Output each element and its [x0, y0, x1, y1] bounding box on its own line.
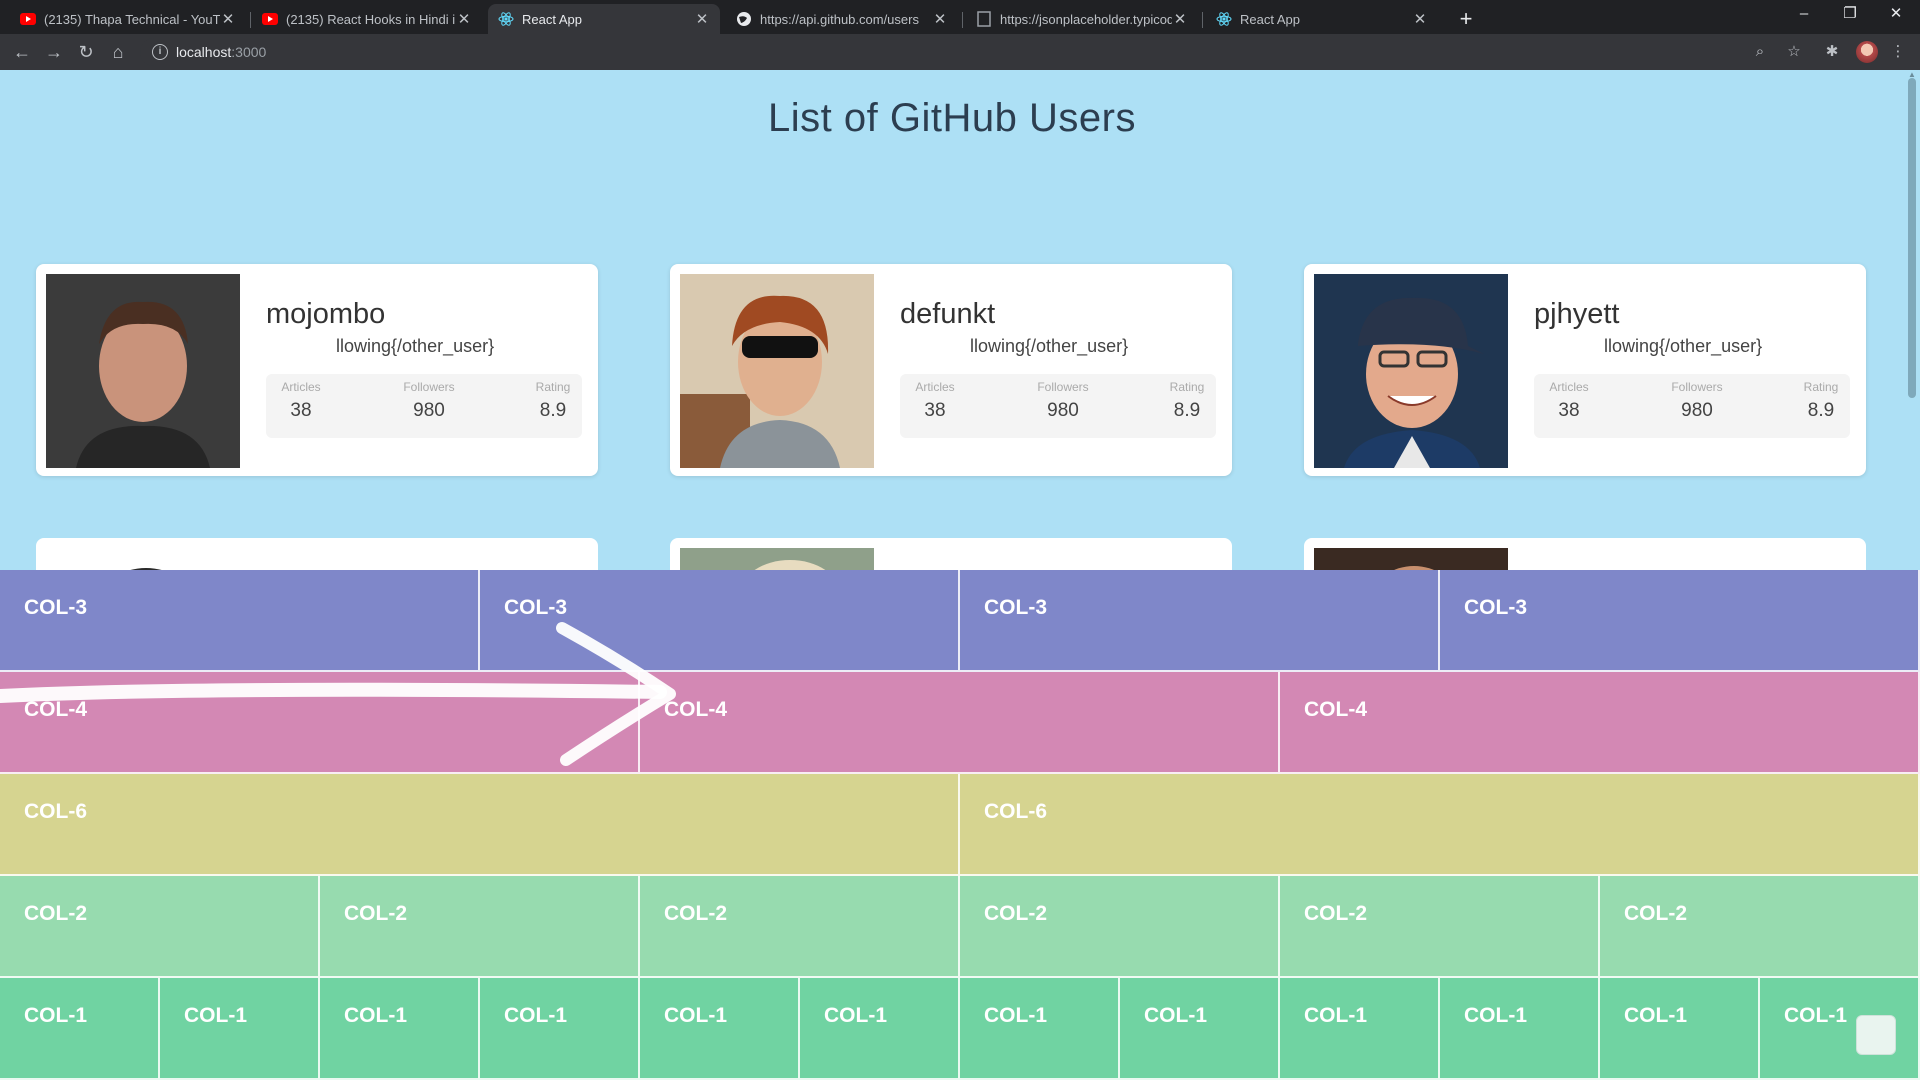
following-url: llowing{/other_user} [970, 336, 1129, 356]
stat-followers: Followers 980 [1671, 380, 1723, 421]
user-avatar [1314, 274, 1508, 468]
browser-tab-strip: (2135) Thapa Technical - YouTube ✕ (2135… [0, 0, 1920, 34]
username: pjhyett [1534, 298, 1620, 330]
username: mojombo [266, 298, 386, 330]
tab-title: React App [1240, 11, 1300, 27]
window-close-icon[interactable]: ✕ [1876, 0, 1916, 30]
profile-avatar[interactable] [1856, 41, 1878, 63]
tab-title: (2135) React Hooks in Hindi in 2021 [286, 11, 456, 27]
grid-cell-col-1: COL-1 [1120, 978, 1280, 1080]
back-icon[interactable]: ← [10, 40, 34, 64]
browser-tab[interactable]: (2135) React Hooks in Hindi in 2021 ✕ [252, 4, 482, 34]
page-icon [976, 11, 992, 27]
grid-cell-col-6: COL-6 [0, 774, 960, 876]
address-bar[interactable]: i localhost:3000 [140, 38, 1770, 66]
restore-icon[interactable]: ❐ [1830, 0, 1870, 30]
scrollbar-thumb[interactable] [1908, 78, 1916, 398]
grid-cell-col-2: COL-2 [320, 876, 640, 978]
close-icon[interactable]: ✕ [932, 10, 948, 28]
forward-icon[interactable]: → [42, 40, 66, 64]
browser-toolbar: ← → ↻ ⌂ i localhost:3000 ⌕ ☆ ✱ ⋮ [0, 34, 1920, 70]
stat-articles: Articles 38 [281, 380, 321, 421]
stat-followers: Followers 980 [1037, 380, 1089, 421]
browser-tab[interactable]: https://api.github.com/users ✕ [726, 4, 958, 34]
username: defunkt [900, 298, 996, 330]
minimize-icon[interactable]: – [1784, 0, 1824, 30]
grid-cell-col-2: COL-2 [1280, 876, 1600, 978]
stat-rating: Rating 8.9 [535, 380, 571, 421]
grid-cell-col-3: COL-3 [1440, 570, 1920, 672]
globe-icon [736, 11, 752, 27]
grid-cell-col-1: COL-1 [960, 978, 1120, 1080]
tab-title: https://api.github.com/users [760, 11, 919, 27]
stat-followers: Followers 980 [403, 380, 455, 421]
grid-cell-col-2: COL-2 [960, 876, 1280, 978]
react-icon [498, 11, 514, 27]
grid-cell-col-2: COL-2 [1600, 876, 1920, 978]
stats-box: Articles 38 Followers 980 Rating 8.9 [1534, 374, 1850, 438]
stats-box: Articles 38 Followers 980 Rating 8.9 [266, 374, 582, 438]
user-card: mojombo llowing{/other_user} Articles 38 … [36, 264, 598, 476]
menu-kebab-icon[interactable]: ⋮ [1888, 42, 1908, 62]
grid-cell-col-1: COL-1 [1760, 978, 1920, 1080]
youtube-icon [20, 11, 36, 27]
browser-tab[interactable]: (2135) Thapa Technical - YouTube ✕ [10, 4, 246, 34]
channel-watermark-logo [1856, 1015, 1896, 1055]
browser-tab[interactable]: https://jsonplaceholder.typicode.com ✕ [966, 4, 1198, 34]
reload-icon[interactable]: ↻ [74, 40, 98, 64]
grid-cell-col-1: COL-1 [0, 978, 160, 1080]
close-icon[interactable]: ✕ [1412, 10, 1428, 28]
tab-title: React App [522, 11, 582, 27]
grid-columns-overlay: COL-3 COL-3 COL-3 COL-3 COL-4 COL-4 COL-4 COL-6… [0, 570, 1920, 1080]
grid-cell-col-4: COL-4 [640, 672, 1280, 774]
star-icon[interactable]: ☆ [1784, 42, 1804, 62]
tab-title: (2135) Thapa Technical - YouTube [44, 11, 220, 27]
new-tab-icon[interactable]: + [1452, 5, 1480, 33]
react-icon [1216, 11, 1232, 27]
grid-cell-col-2: COL-2 [0, 876, 320, 978]
address-host: localhost [176, 44, 232, 60]
grid-cell-col-1: COL-1 [160, 978, 320, 1080]
grid-cell-col-2: COL-2 [640, 876, 960, 978]
close-icon[interactable]: ✕ [456, 10, 472, 28]
stat-rating: Rating 8.9 [1169, 380, 1205, 421]
close-icon[interactable]: ✕ [1172, 10, 1188, 28]
grid-cell-col-4: COL-4 [1280, 672, 1920, 774]
grid-cell-col-1: COL-1 [320, 978, 480, 1080]
grid-cell-col-1: COL-1 [800, 978, 960, 1080]
page-title: List of GitHub Users [768, 96, 1136, 140]
grid-cell-col-1: COL-1 [1440, 978, 1600, 1080]
info-icon[interactable]: i [152, 44, 168, 60]
grid-cell-col-6: COL-6 [960, 774, 1920, 876]
grid-cell-col-1: COL-1 [480, 978, 640, 1080]
following-url: llowing{/other_user} [336, 336, 495, 356]
zoom-icon[interactable]: ⌕ [1750, 42, 1770, 62]
grid-cell-col-3: COL-3 [480, 570, 960, 672]
close-icon[interactable]: ✕ [220, 10, 236, 28]
following-url: llowing{/other_user} [1604, 336, 1763, 356]
grid-cell-col-3: COL-3 [960, 570, 1440, 672]
extensions-icon[interactable]: ✱ [1822, 42, 1842, 62]
address-port: :3000 [231, 44, 267, 60]
home-icon[interactable]: ⌂ [106, 40, 130, 64]
youtube-icon [262, 11, 278, 27]
stats-box: Articles 38 Followers 980 Rating 8.9 [900, 374, 1216, 438]
stat-articles: Articles 38 [1549, 380, 1589, 421]
grid-cell-col-1: COL-1 [1600, 978, 1760, 1080]
stat-articles: Articles 38 [915, 380, 955, 421]
grid-cell-col-3: COL-3 [0, 570, 480, 672]
close-icon[interactable]: ✕ [694, 10, 710, 28]
tab-title: https://jsonplaceholder.typicode.com [1000, 11, 1172, 27]
user-avatar [680, 274, 874, 468]
grid-cell-col-1: COL-1 [1280, 978, 1440, 1080]
user-avatar [46, 274, 240, 468]
browser-tab[interactable]: React App ✕ [1206, 4, 1438, 34]
grid-cell-col-4: COL-4 [0, 672, 640, 774]
browser-tab-active[interactable]: React App ✕ [488, 4, 720, 34]
user-card: pjhyett llowing{/other_user} Articles 38 … [1304, 264, 1866, 476]
user-card: defunkt llowing{/other_user} Articles 38 … [670, 264, 1232, 476]
grid-cell-col-1: COL-1 [640, 978, 800, 1080]
stat-rating: Rating 8.9 [1803, 380, 1839, 421]
